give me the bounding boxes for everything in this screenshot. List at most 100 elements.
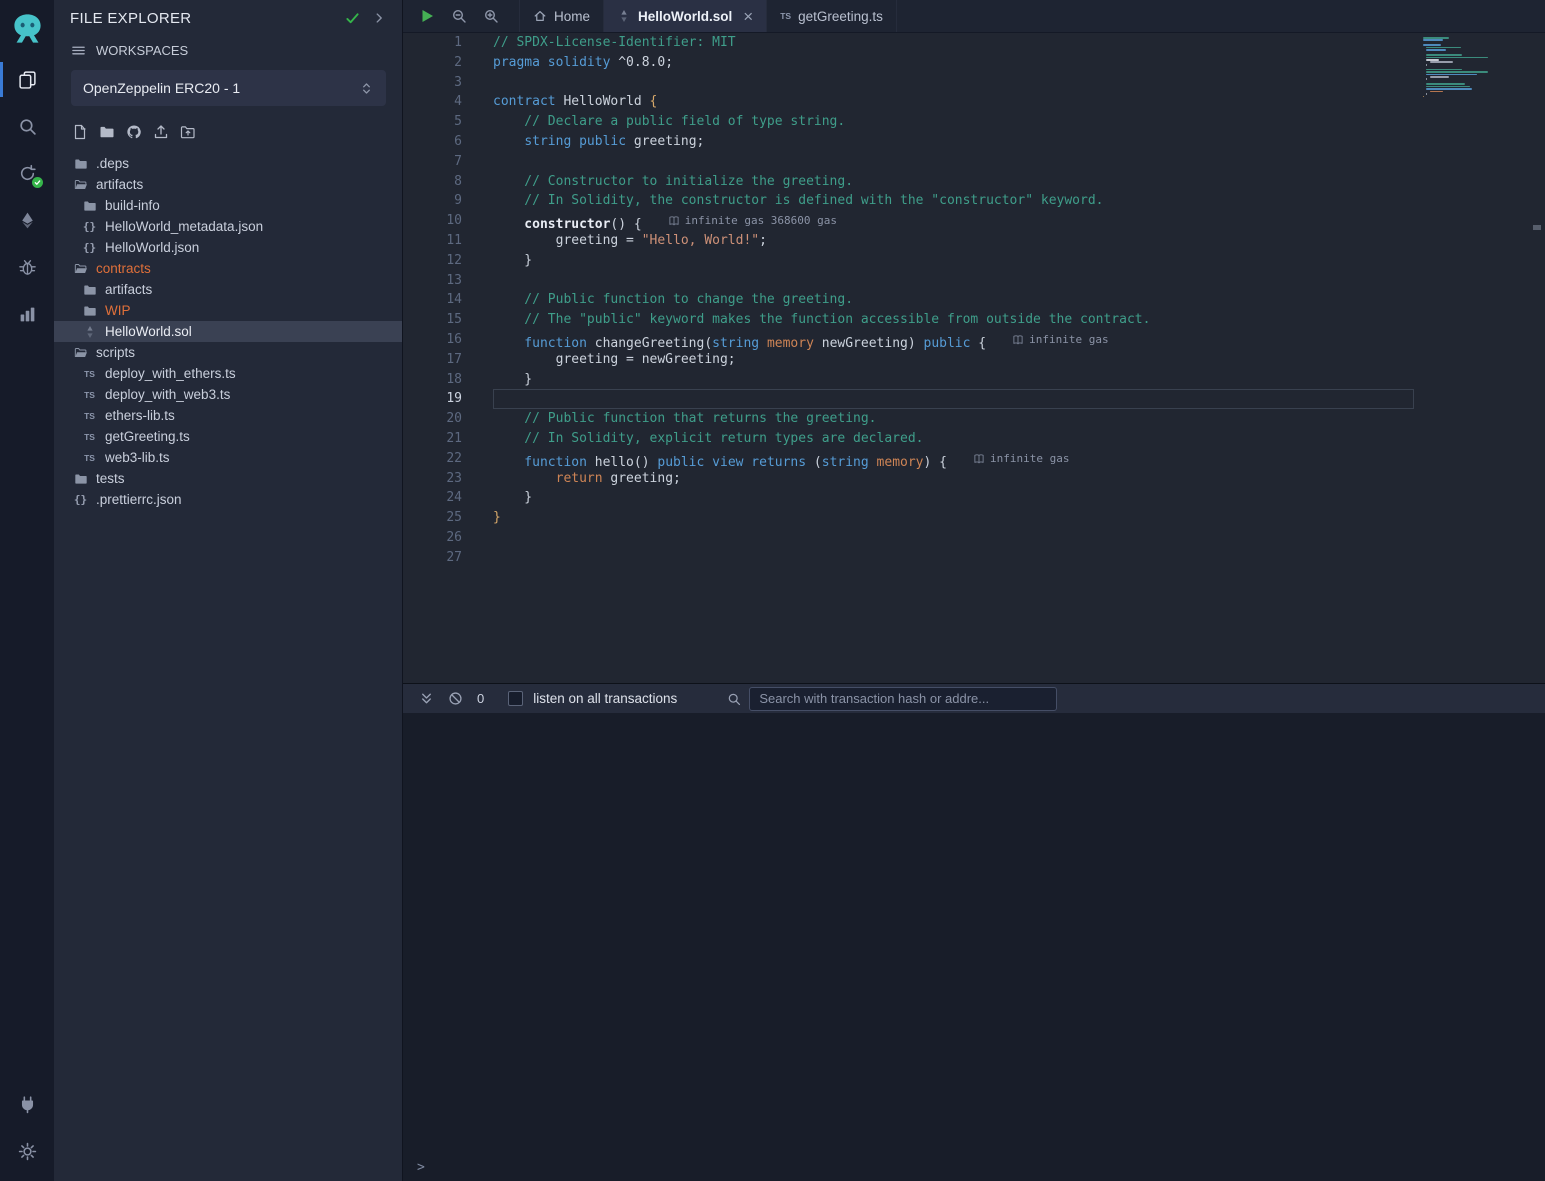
file-explorer-panel: FILE EXPLORER WORKSPACES OpenZeppelin ER…: [54, 0, 403, 1181]
line-number: 26: [403, 528, 462, 548]
upload-file-button[interactable]: [153, 124, 169, 140]
code-line: 18 }: [403, 370, 1545, 390]
code-line: 21 // In Solidity, explicit return types…: [403, 429, 1545, 449]
remix-logo-button[interactable]: [0, 0, 54, 56]
zoom-in-button[interactable]: [475, 0, 507, 32]
tree-item-ethers-lib-ts[interactable]: TSethers-lib.ts: [54, 405, 402, 426]
tree-item-helloworld-json[interactable]: {}HelloWorld.json: [54, 237, 402, 258]
line-content: [462, 152, 1545, 172]
line-content: [462, 73, 1545, 93]
code-line: 8 // Constructor to initialize the greet…: [403, 172, 1545, 192]
tree-item-scripts[interactable]: scripts: [54, 342, 402, 363]
tree-item-deploy-with-ethers-ts[interactable]: TSdeploy_with_ethers.ts: [54, 363, 402, 384]
activity-deploy-and-run[interactable]: [0, 197, 54, 244]
tab-helloworld-sol[interactable]: HelloWorld.sol ×: [604, 0, 767, 32]
gas-estimate: infinite gas 368600 gas: [668, 211, 837, 231]
tab-getgreeting-ts[interactable]: TSgetGreeting.ts: [767, 0, 897, 32]
code-line: 15 // The "public" keyword makes the fun…: [403, 310, 1545, 330]
tree-item-artifacts[interactable]: artifacts: [54, 174, 402, 195]
tree-item-wip[interactable]: WIP: [54, 300, 402, 321]
tree-item-contracts[interactable]: contracts: [54, 258, 402, 279]
tree-item-prettierrc-json[interactable]: {}.prettierrc.json: [54, 489, 402, 510]
toggle-terminal-button[interactable]: [419, 691, 434, 706]
line-number: 7: [403, 152, 462, 172]
line-number: 4: [403, 92, 462, 112]
line-number: 10: [403, 211, 462, 231]
code-line: 20 // Public function that returns the g…: [403, 409, 1545, 429]
code-line: 6 string public greeting;: [403, 132, 1545, 152]
tab-label: getGreeting.ts: [798, 9, 883, 24]
ts-icon: TS: [81, 453, 98, 463]
code-line: 22 function hello() public view returns …: [403, 449, 1545, 469]
tree-item-artifacts[interactable]: artifacts: [54, 279, 402, 300]
close-icon[interactable]: ×: [743, 8, 753, 25]
workspace-select[interactable]: OpenZeppelin ERC20 - 1: [71, 70, 386, 106]
tree-item-label: tests: [96, 471, 125, 486]
activity-debugger[interactable]: [0, 244, 54, 291]
tree-item-web3-lib-ts[interactable]: TSweb3-lib.ts: [54, 447, 402, 468]
terminal[interactable]: >: [403, 713, 1545, 1181]
line-content: constructor() {infinite gas 368600 gas: [462, 211, 1545, 231]
create-new-folder-button[interactable]: [99, 124, 115, 140]
folderopen-icon: [72, 262, 89, 276]
activity-plugin-manager[interactable]: [0, 291, 54, 338]
code-line: 12 }: [403, 251, 1545, 271]
gas-estimate: infinite gas: [973, 449, 1069, 469]
activity-file-explorer[interactable]: [0, 56, 54, 103]
clear-console-button[interactable]: [448, 691, 463, 706]
code-line: 14 // Public function to change the gree…: [403, 290, 1545, 310]
tab-label: HelloWorld.sol: [638, 9, 732, 24]
create-new-folder-icon: [99, 124, 115, 140]
line-content: // Constructor to initialize the greetin…: [462, 172, 1545, 192]
tree-item-label: contracts: [96, 261, 151, 276]
activity-solidity-compiler[interactable]: [0, 150, 54, 197]
tree-item-helloworld-sol[interactable]: HelloWorld.sol: [54, 321, 402, 342]
tree-item-label: WIP: [105, 303, 131, 318]
tree-item-label: .deps: [96, 156, 129, 171]
create-new-file-button[interactable]: [72, 124, 88, 140]
line-content: [462, 548, 1545, 568]
activity-plugin-connect[interactable]: [0, 1081, 54, 1128]
activity-bar-top: [0, 56, 54, 338]
tabs: Home HelloWorld.sol × TSgetGreeting.ts: [519, 0, 897, 32]
tab-home[interactable]: Home: [519, 0, 604, 32]
line-number: 12: [403, 251, 462, 271]
line-content: // Public function that returns the gree…: [462, 409, 1545, 429]
line-number: 14: [403, 290, 462, 310]
code-line: 11 greeting = "Hello, World!";: [403, 231, 1545, 251]
accept-icon[interactable]: [345, 11, 360, 26]
solidity-icon: [81, 325, 98, 339]
activity-search[interactable]: [0, 103, 54, 150]
terminal-search-input[interactable]: [749, 687, 1057, 711]
run-script-button[interactable]: [411, 0, 443, 32]
tree-item-deps[interactable]: .deps: [54, 153, 402, 174]
line-number: 21: [403, 429, 462, 449]
minimap[interactable]: [1423, 37, 1491, 103]
tree-item-label: HelloWorld_metadata.json: [105, 219, 263, 234]
json-icon: {}: [81, 220, 98, 233]
line-number: 3: [403, 73, 462, 93]
activity-settings[interactable]: [0, 1128, 54, 1175]
listen-checkbox[interactable]: [508, 691, 523, 706]
tree-item-label: build-info: [105, 198, 160, 213]
tree-item-build-info[interactable]: build-info: [54, 195, 402, 216]
code-editor[interactable]: 1// SPDX-License-Identifier: MIT2pragma …: [403, 33, 1545, 683]
line-content: }: [462, 370, 1545, 390]
upload-folder-button[interactable]: [180, 124, 196, 140]
line-content: }: [462, 251, 1545, 271]
file-explorer-header: FILE EXPLORER: [54, 0, 402, 36]
line-content: greeting = "Hello, World!";: [462, 231, 1545, 251]
menu-icon[interactable]: [71, 43, 86, 58]
chevron-right-icon[interactable]: [372, 11, 386, 25]
ts-icon: TS: [81, 369, 98, 379]
zoom-out-button[interactable]: [443, 0, 475, 32]
publish-to-gist-icon: [126, 124, 142, 140]
tree-item-helloworld-metadata-json[interactable]: {} HelloWorld_metadata.json: [54, 216, 402, 237]
tree-item-label: artifacts: [105, 282, 152, 297]
tree-item-getgreeting-ts[interactable]: TSgetGreeting.ts: [54, 426, 402, 447]
terminal-toolbar-icons: [403, 691, 463, 706]
tree-item-deploy-with-web3-ts[interactable]: TSdeploy_with_web3.ts: [54, 384, 402, 405]
publish-to-gist-button[interactable]: [126, 124, 142, 140]
tree-item-tests[interactable]: tests: [54, 468, 402, 489]
tab-label: Home: [554, 9, 590, 24]
